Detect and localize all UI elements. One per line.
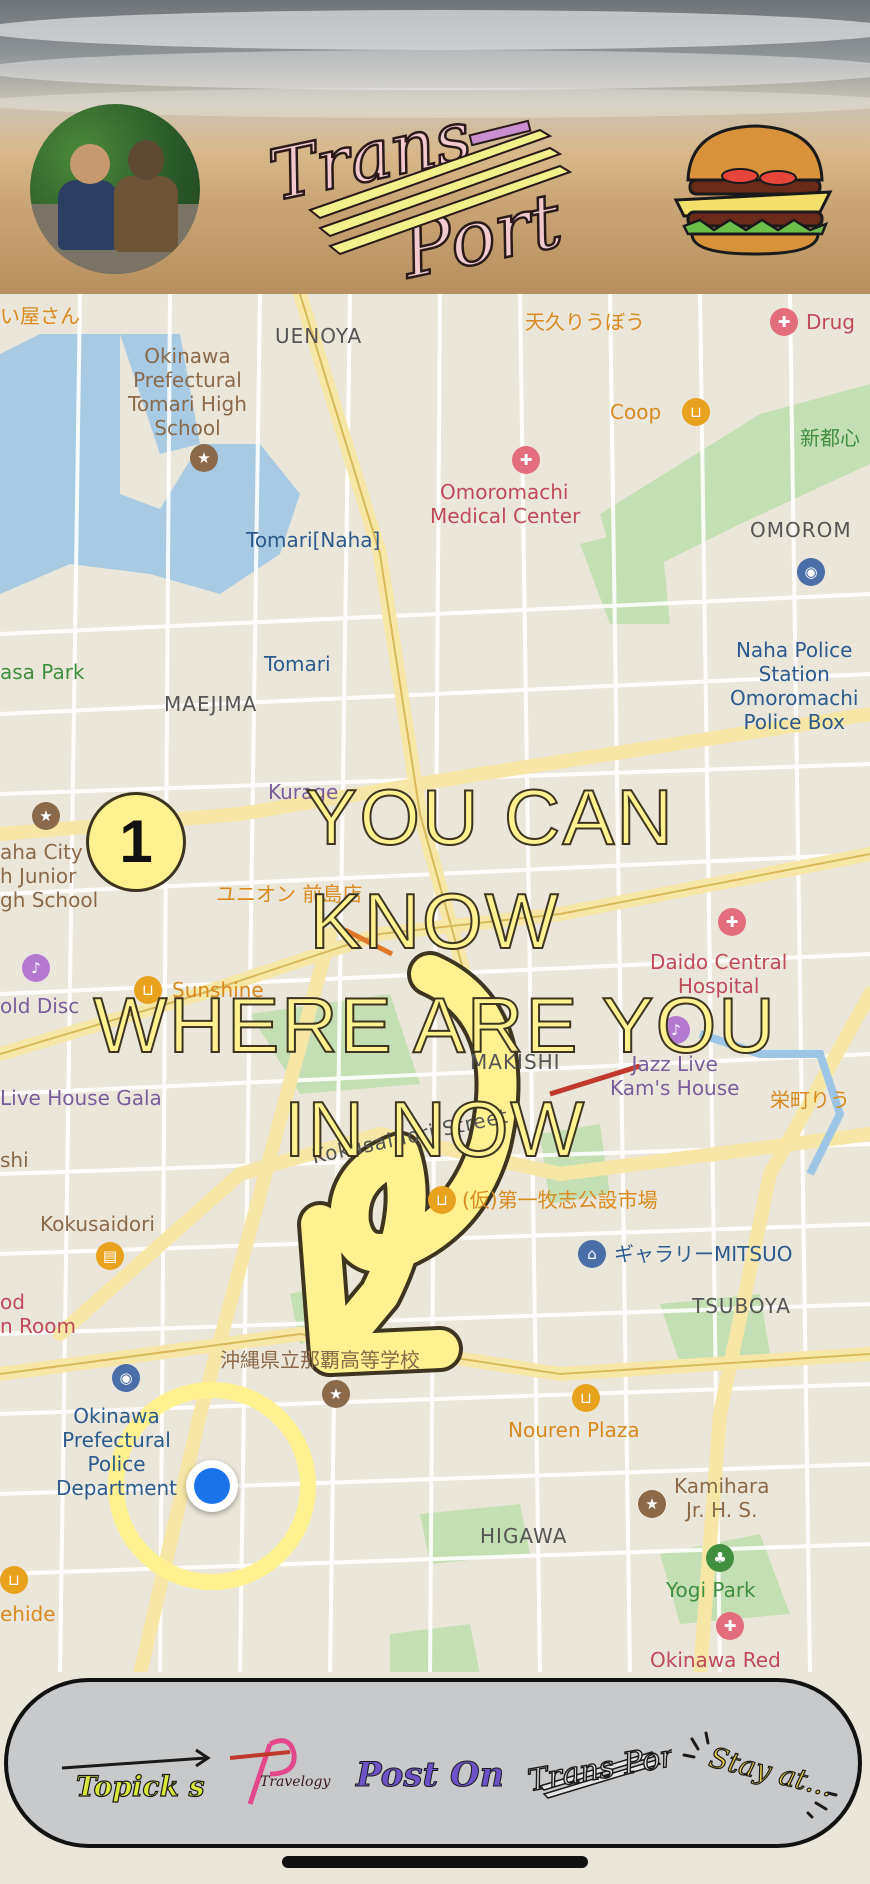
headline-line-1: YOU CAN <box>304 772 675 862</box>
shopping-cart-icon: ⊔ <box>0 1566 28 1594</box>
hamburger-burger-icon[interactable] <box>670 120 840 260</box>
nav-item-stay-at[interactable]: Stay at... <box>680 1731 840 1819</box>
map-label: Tomari[Naha] <box>246 528 381 552</box>
svg-text:Travelogy: Travelogy <box>260 1774 331 1790</box>
logo-line2: Port <box>391 175 569 280</box>
school-icon: ★ <box>190 444 218 472</box>
home-indicator[interactable] <box>282 1856 588 1868</box>
map-label-od-room: od n Room <box>0 1290 76 1338</box>
svg-text:Stay at...: Stay at... <box>706 1741 837 1804</box>
pharmacy-icon: ✚ <box>770 308 798 336</box>
topicks-logo: Topick s <box>61 1748 211 1804</box>
nav-item-travelogy[interactable]: Travelogy <box>230 1734 340 1814</box>
map-label: Coop <box>610 400 662 424</box>
nav-item-topicks[interactable]: Topick s <box>56 1734 216 1814</box>
map-label: (仮)第一牧志公設市場 <box>462 1188 658 1212</box>
map-label-naha-police: Naha Police Station Omoromachi Police Bo… <box>730 638 859 734</box>
travelogy-logo: Travelogy <box>230 1738 331 1805</box>
map-label: Okinawa Red <box>650 1648 781 1672</box>
map-label: Medical Center <box>430 504 581 528</box>
headline-line-4: IN NOW <box>283 1084 587 1174</box>
map-label: ehide <box>0 1602 56 1626</box>
map-label: Kokusaidori <box>40 1212 155 1236</box>
transport-logo[interactable]: Trans Port <box>260 90 600 280</box>
map-label: UENOYA <box>275 324 363 348</box>
current-location-marker[interactable] <box>186 1460 238 1512</box>
map-label-tomari-high: Okinawa Prefectural Tomari High School <box>128 344 247 440</box>
map-label-okinawa-police: Okinawa Prefectural Police Department <box>56 1404 178 1500</box>
svg-text:Topick s: Topick s <box>76 1770 205 1803</box>
police-icon: ◉ <box>112 1364 140 1392</box>
map-label: ギャラリーMITSUO <box>614 1242 793 1266</box>
wave-foam <box>0 50 870 90</box>
stay-at-logo: Stay at... <box>682 1731 838 1819</box>
map-label: Omoromachi <box>440 480 569 504</box>
map-label: い屋さん <box>0 304 80 328</box>
hospital-icon: ✚ <box>512 446 540 474</box>
park-icon: ♣ <box>706 1544 734 1572</box>
bottom-navigation: Topick s Travelogy Post On Trans Port St… <box>0 1672 870 1884</box>
headline-line-2: KNOW <box>309 876 561 966</box>
nav-item-post-on[interactable]: Post On <box>352 1734 503 1814</box>
gallery-icon: ⌂ <box>578 1240 606 1268</box>
transport-small-logo: Trans Port <box>525 1736 672 1800</box>
map-label: HIGAWA <box>480 1524 568 1548</box>
app-header: Trans Port <box>0 0 870 294</box>
headline-line-3: WHERE ARE YOU <box>92 980 777 1070</box>
location-dot-icon <box>194 1468 230 1504</box>
svg-text:Trans Port: Trans Port <box>525 1736 672 1798</box>
map-label: 沖縄県立那覇高等学校 <box>220 1348 420 1372</box>
building-icon: ▤ <box>96 1242 124 1270</box>
map-label: MAEJIMA <box>164 692 258 716</box>
svg-text:Post On: Post On <box>355 1755 502 1795</box>
map-view[interactable]: い屋さん UENOYA 天久りうぼう Drug ✚ Okinawa Prefec… <box>0 294 870 1674</box>
map-label: Drug <box>806 310 855 334</box>
map-label: Tomari <box>264 652 331 676</box>
shopping-cart-icon: ⊔ <box>572 1384 600 1412</box>
police-icon: ◉ <box>797 558 825 586</box>
avatar[interactable] <box>30 104 200 274</box>
map-label: TSUBOYA <box>692 1294 791 1318</box>
map-label: Yogi Park <box>666 1578 756 1602</box>
school-icon: ★ <box>638 1490 666 1518</box>
map-label: OMOROM <box>750 518 852 542</box>
map-label-kamihara: Kamihara Jr. H. S. <box>674 1474 770 1522</box>
hospital-icon: ✚ <box>716 1612 744 1640</box>
post-on-logo: Post On <box>355 1755 503 1796</box>
shopping-cart-icon: ⊔ <box>428 1186 456 1214</box>
nav-item-transport[interactable]: Trans Port <box>522 1734 672 1814</box>
nav-bar: Topick s Travelogy Post On Trans Port St… <box>4 1678 862 1848</box>
shopping-cart-icon: ⊔ <box>682 398 710 426</box>
map-label: asa Park <box>0 660 85 684</box>
map-label: 天久りうぼう <box>525 310 645 334</box>
map-label: 新都心 <box>800 426 860 450</box>
school-icon: ★ <box>322 1380 350 1408</box>
wave-foam <box>0 10 870 50</box>
map-label: Nouren Plaza <box>508 1418 640 1442</box>
